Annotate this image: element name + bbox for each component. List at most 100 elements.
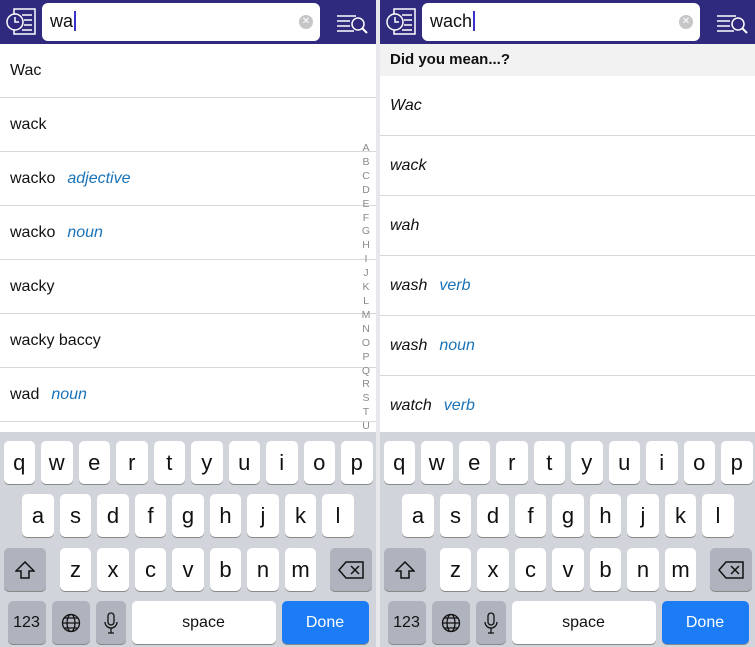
key-a[interactable]: a xyxy=(22,494,54,537)
key-z[interactable]: z xyxy=(59,548,92,591)
key-u[interactable]: u xyxy=(228,441,260,484)
globe-key[interactable] xyxy=(51,601,90,644)
history-icon[interactable] xyxy=(385,7,417,37)
index-letter[interactable]: L xyxy=(359,295,373,309)
index-letter[interactable]: N xyxy=(359,323,373,337)
key-w[interactable]: w xyxy=(421,441,453,484)
list-item[interactable]: Wac xyxy=(0,44,376,98)
key-x[interactable]: x xyxy=(477,548,509,591)
key-f[interactable]: f xyxy=(134,494,167,537)
list-item[interactable]: wacko adjective xyxy=(0,152,376,206)
key-p[interactable]: p xyxy=(721,441,753,484)
clear-icon[interactable]: ✕ xyxy=(299,15,313,29)
key-i[interactable]: i xyxy=(646,441,678,484)
search-menu-icon[interactable] xyxy=(336,12,368,34)
list-item[interactable]: Wac xyxy=(380,76,755,136)
key-n[interactable]: n xyxy=(247,548,279,591)
done-key[interactable]: Done xyxy=(661,601,749,644)
key-i[interactable]: i xyxy=(266,441,298,484)
key-w[interactable]: w xyxy=(41,441,73,484)
microphone-key[interactable] xyxy=(95,601,126,644)
shift-key[interactable] xyxy=(3,548,46,591)
key-g[interactable]: g xyxy=(552,494,584,537)
key-o[interactable]: o xyxy=(303,441,335,484)
key-j[interactable]: j xyxy=(247,494,279,537)
done-key[interactable]: Done xyxy=(281,601,369,644)
key-r[interactable]: r xyxy=(116,441,148,484)
key-t[interactable]: t xyxy=(533,441,565,484)
key-v[interactable]: v xyxy=(552,548,584,591)
clear-icon[interactable]: ✕ xyxy=(679,15,693,29)
index-letter[interactable]: B xyxy=(359,156,373,170)
key-q[interactable]: q xyxy=(383,441,415,484)
index-letter[interactable]: M xyxy=(359,309,373,323)
index-letter[interactable]: D xyxy=(359,184,373,198)
key-e[interactable]: e xyxy=(458,441,490,484)
key-u[interactable]: u xyxy=(608,441,640,484)
key-o[interactable]: o xyxy=(683,441,715,484)
key-k[interactable]: k xyxy=(284,494,317,537)
index-letter[interactable]: E xyxy=(359,198,373,212)
key-r[interactable]: r xyxy=(496,441,528,484)
list-item[interactable]: wacky xyxy=(0,260,376,314)
key-e[interactable]: e xyxy=(78,441,110,484)
key-a[interactable]: a xyxy=(402,494,434,537)
key-j[interactable]: j xyxy=(627,494,659,537)
index-letter[interactable]: I xyxy=(359,253,373,267)
key-c[interactable]: c xyxy=(514,548,547,591)
key-g[interactable]: g xyxy=(172,494,204,537)
index-letter[interactable]: P xyxy=(359,351,373,365)
index-letter[interactable]: J xyxy=(359,267,373,281)
space-key[interactable]: space xyxy=(511,601,656,644)
key-l[interactable]: l xyxy=(322,494,354,537)
numbers-key[interactable]: 123 xyxy=(7,601,46,644)
index-letter[interactable]: C xyxy=(359,170,373,184)
search-menu-icon[interactable] xyxy=(716,12,748,34)
numbers-key[interactable]: 123 xyxy=(387,601,426,644)
list-item[interactable]: wacky baccy xyxy=(0,314,376,368)
list-item[interactable]: wah xyxy=(380,196,755,256)
index-letter[interactable]: G xyxy=(359,225,373,239)
key-c[interactable]: c xyxy=(134,548,167,591)
key-d[interactable]: d xyxy=(477,494,509,537)
key-h[interactable]: h xyxy=(209,494,242,537)
key-b[interactable]: b xyxy=(209,548,242,591)
key-t[interactable]: t xyxy=(153,441,185,484)
key-z[interactable]: z xyxy=(439,548,472,591)
key-q[interactable]: q xyxy=(3,441,35,484)
delete-key[interactable] xyxy=(710,548,753,591)
history-icon[interactable] xyxy=(5,7,37,37)
key-m[interactable]: m xyxy=(664,548,697,591)
key-f[interactable]: f xyxy=(514,494,547,537)
key-v[interactable]: v xyxy=(172,548,204,591)
key-s[interactable]: s xyxy=(59,494,92,537)
index-letter[interactable]: S xyxy=(359,392,373,406)
key-m[interactable]: m xyxy=(284,548,317,591)
index-letter[interactable]: A xyxy=(359,142,373,156)
index-letter[interactable]: O xyxy=(359,337,373,351)
list-item[interactable]: watch verb xyxy=(380,376,755,436)
key-d[interactable]: d xyxy=(97,494,129,537)
shift-key[interactable] xyxy=(383,548,426,591)
index-letter[interactable]: Q xyxy=(359,365,373,379)
microphone-key[interactable] xyxy=(475,601,506,644)
key-y[interactable]: y xyxy=(571,441,603,484)
key-h[interactable]: h xyxy=(589,494,622,537)
alphabet-index[interactable]: ABCDEFGHIJKLMNOPQRSTU xyxy=(359,142,373,434)
key-x[interactable]: x xyxy=(97,548,129,591)
index-letter[interactable]: T xyxy=(359,406,373,420)
index-letter[interactable]: F xyxy=(359,212,373,226)
search-input[interactable]: wa ✕ xyxy=(42,3,320,41)
globe-key[interactable] xyxy=(431,601,470,644)
list-item[interactable]: wack xyxy=(0,98,376,152)
key-s[interactable]: s xyxy=(439,494,472,537)
key-y[interactable]: y xyxy=(191,441,223,484)
key-l[interactable]: l xyxy=(702,494,734,537)
index-letter[interactable]: R xyxy=(359,378,373,392)
search-input[interactable]: wach ✕ xyxy=(422,3,700,41)
index-letter[interactable]: K xyxy=(359,281,373,295)
list-item[interactable]: wash verb xyxy=(380,256,755,316)
list-item[interactable]: wacko noun xyxy=(0,206,376,260)
list-item[interactable]: wad noun xyxy=(0,368,376,422)
space-key[interactable]: space xyxy=(131,601,276,644)
